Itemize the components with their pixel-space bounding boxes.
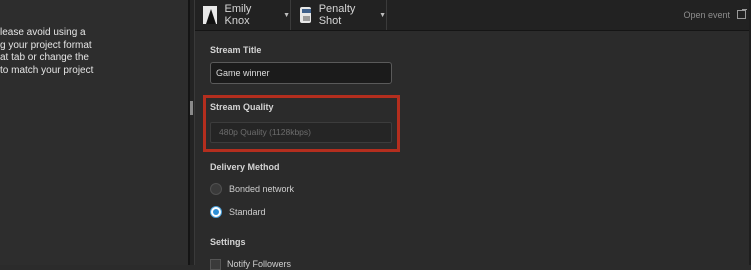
- event-selector[interactable]: Penalty Shot ▼: [292, 0, 387, 30]
- user-name: Emily Knox: [224, 3, 252, 27]
- left-panel-line: lease avoid using a: [0, 27, 86, 38]
- notify-followers-option[interactable]: Notify Followers: [210, 258, 291, 270]
- notify-followers-label: Notify Followers: [227, 259, 292, 269]
- chevron-down-icon: ▼: [283, 11, 290, 19]
- delivery-option-bonded[interactable]: Bonded network: [210, 182, 294, 196]
- left-panel-line: at tab or change the: [0, 52, 89, 63]
- open-event-link[interactable]: Open event: [683, 0, 730, 30]
- radio-standard[interactable]: [210, 206, 222, 218]
- event-icon: [300, 7, 311, 23]
- chevron-down-icon: ▼: [379, 11, 386, 19]
- stream-quality-select[interactable]: 480p Quality (1128kbps): [210, 122, 392, 143]
- external-link-icon[interactable]: [737, 9, 747, 19]
- resize-handle[interactable]: [190, 101, 193, 115]
- stream-title-input[interactable]: [210, 62, 392, 84]
- delivery-option-label: Bonded network: [229, 184, 295, 194]
- avatar: [203, 6, 217, 24]
- event-name: Penalty Shot: [318, 3, 356, 27]
- delivery-method-label: Delivery Method: [210, 162, 280, 172]
- left-panel-line: g your project format: [0, 39, 92, 51]
- delivery-option-label: Standard: [229, 207, 266, 217]
- delivery-option-standard[interactable]: Standard: [210, 205, 266, 219]
- panel-divider[interactable]: [190, 0, 195, 265]
- left-panel: lease avoid using a g your project forma…: [0, 0, 190, 265]
- left-panel-line: to match your project: [0, 64, 94, 76]
- top-bar: Emily Knox ▼ Penalty Shot ▼ Open event: [195, 0, 751, 31]
- notify-followers-checkbox[interactable]: [210, 258, 221, 270]
- stream-title-label: Stream Title: [210, 45, 262, 55]
- user-selector[interactable]: Emily Knox ▼: [195, 0, 291, 30]
- settings-label: Settings: [210, 237, 246, 247]
- radio-bonded-network[interactable]: [210, 183, 222, 195]
- left-panel-text: lease avoid using a g your project forma…: [0, 27, 188, 77]
- stream-quality-label: Stream Quality: [210, 102, 274, 112]
